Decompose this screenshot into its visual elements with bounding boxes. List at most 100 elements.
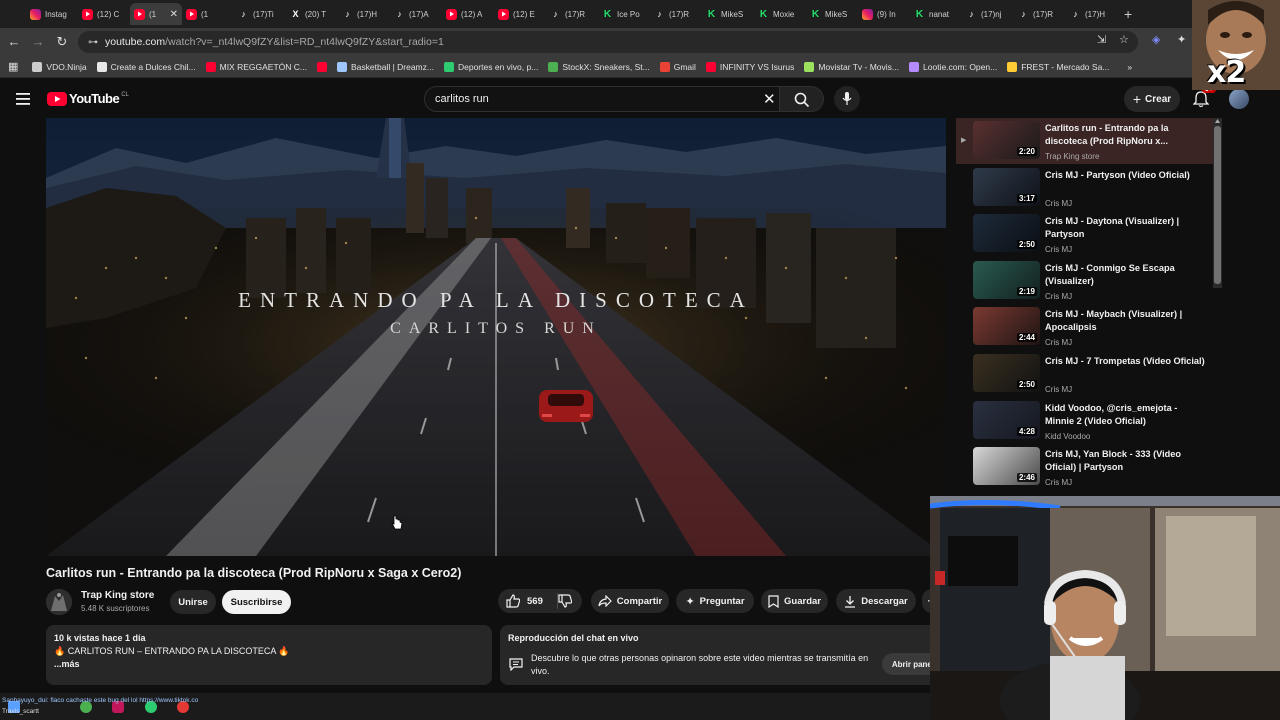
browser-tab[interactable]: (1 (182, 3, 234, 25)
bookmark-item[interactable]: Basketball | Dreamz... (336, 61, 434, 72)
browser-tab[interactable]: (12) E (494, 3, 546, 25)
browser-tab[interactable]: ♪ (17)H (338, 3, 390, 25)
bookmark-star-icon[interactable]: ☆ (1119, 33, 1129, 46)
account-avatar[interactable] (1229, 89, 1249, 109)
show-more-link[interactable]: ...más (54, 658, 484, 671)
playlist-scrollbar[interactable] (1213, 118, 1222, 288)
bookmark-item[interactable]: INFINITY VS Isurus (705, 61, 794, 72)
share-button[interactable]: Compartir (591, 589, 669, 613)
save-icon (768, 594, 779, 608)
playlist-item[interactable]: 2:50 Cris MJ - 7 Trompetas (Video Oficial… (956, 351, 1214, 397)
browser-tab[interactable]: K MikeS (702, 3, 754, 25)
notifications-button[interactable]: 9+ (1192, 86, 1216, 108)
channel-name[interactable]: Trap King store (81, 590, 154, 601)
playlist-thumbnail[interactable]: 2:19 (973, 260, 1040, 299)
playlist-thumbnail[interactable]: 4:28 (973, 400, 1040, 439)
playlist-item[interactable]: 3:17 Cris MJ - Partyson (Video Oficial) Cr… (956, 165, 1214, 211)
playlist-item[interactable]: 2:50 Cris MJ - Daytona (Visualizer) | Par… (956, 211, 1214, 257)
menu-icon[interactable] (16, 92, 32, 106)
forward-icon[interactable]: → (26, 34, 50, 49)
browser-tab-label: (17)Ti (253, 9, 274, 19)
install-icon[interactable]: ⇲ (1097, 33, 1106, 46)
chat-replay-box: Reproducción del chat en vivo Descubre l… (500, 625, 944, 685)
bookmark-item[interactable]: Gmail (659, 61, 696, 72)
playlist-item[interactable]: 2:19 Cris MJ - Conmigo Se Escapa (Visuali… (956, 258, 1214, 304)
browser-tab[interactable]: ♪ (17)R (1014, 3, 1066, 25)
playlist-thumbnail[interactable]: 2:50 (973, 214, 1040, 253)
bookmark-favicon-icon (804, 61, 815, 72)
bookmarks-overflow-button[interactable]: » (1127, 62, 1132, 72)
download-button[interactable]: Descargar (836, 589, 916, 613)
dislike-button[interactable] (558, 594, 573, 613)
address-bar[interactable]: ⊶ youtube.com/watch?v=_nt4lwQ9fZY&list=R… (78, 31, 1138, 53)
ask-button[interactable]: ✦ Preguntar (676, 589, 754, 613)
bookmark-item[interactable]: VDO.Ninja (32, 61, 87, 72)
playlist-item-title[interactable]: Carlitos run - Entrando pa la discoteca … (1045, 122, 1205, 148)
extensions-icon[interactable]: ✦ (1177, 33, 1186, 46)
bookmark-item[interactable]: Lootie.com: Open... (909, 61, 997, 72)
apps-grid-icon[interactable]: ▦ (8, 60, 18, 73)
site-info-icon[interactable]: ⊶ (88, 37, 98, 48)
bookmark-item[interactable]: MIX REGGAETÓN C... (205, 61, 307, 72)
bookmark-item[interactable]: Create a Dulces Chil... (96, 61, 196, 72)
playlist-item-title[interactable]: Cris MJ - Daytona (Visualizer) | Partyso… (1045, 215, 1205, 241)
voice-search-button[interactable] (834, 86, 860, 112)
browser-tab[interactable]: ♪ (17)Ti (234, 3, 286, 25)
video-duration: 2:46 (1016, 473, 1037, 483)
playlist-item[interactable]: 2:46 Cris MJ, Yan Block - 333 (Video Ofic… (956, 444, 1214, 490)
bookmark-item[interactable]: FREST - Mercado Sa... (1007, 61, 1109, 72)
close-tab-icon[interactable]: ✕ (170, 9, 178, 20)
bookmark-item[interactable]: StockX: Sneakers, St... (548, 61, 650, 72)
video-player[interactable]: ENTRANDO PA LA DISCOTECA CARLITOS RUN (46, 118, 946, 556)
playlist-item-title[interactable]: Cris MJ, Yan Block - 333 (Video Oficial)… (1045, 448, 1205, 474)
playlist-item-channel: Cris MJ (1045, 338, 1073, 348)
browser-tab[interactable]: K MikeS (806, 3, 858, 25)
playlist-item[interactable]: 4:28 Kidd Voodoo, @cris_emejota - Minnie … (956, 398, 1214, 444)
youtube-logo[interactable]: YouTube CL (47, 91, 129, 106)
tiktok-icon: ♪ (657, 9, 662, 19)
browser-tab[interactable]: Instag (26, 3, 78, 25)
browser-tab[interactable]: K Ice Po (598, 3, 650, 25)
reload-icon[interactable]: ↻ (50, 34, 74, 50)
search-button[interactable] (780, 86, 824, 112)
playlist-thumbnail[interactable]: 3:17 (973, 167, 1040, 206)
like-button[interactable]: 569 (506, 594, 543, 608)
browser-tab[interactable]: ♪ (17)H (1066, 3, 1118, 25)
clear-search-icon[interactable]: ✕ (763, 90, 776, 108)
new-tab-button[interactable]: + (1124, 6, 1132, 22)
playlist-thumbnail[interactable]: 2:50 (973, 354, 1040, 392)
join-button[interactable]: Unirse (170, 590, 216, 614)
channel-avatar[interactable] (46, 589, 72, 615)
extension-shield-icon[interactable]: ◈ (1152, 33, 1160, 46)
playlist-item-title[interactable]: Cris MJ - Maybach (Visualizer) | Apocali… (1045, 308, 1205, 334)
search-input[interactable]: carlitos run (424, 86, 780, 112)
playlist-thumbnail[interactable]: 2:44 (973, 307, 1040, 346)
playlist-item-title[interactable]: Kidd Voodoo, @cris_emejota - Minnie 2 (V… (1045, 402, 1205, 428)
browser-tab[interactable]: ♪ (17)R (650, 3, 702, 25)
browser-tab[interactable]: (9) In (858, 3, 910, 25)
playlist-item-title[interactable]: Cris MJ - Partyson (Video Oficial) (1045, 169, 1205, 182)
browser-tab[interactable]: ♪ (17)R (546, 3, 598, 25)
playlist-item-title[interactable]: Cris MJ - 7 Trompetas (Video Oficial) (1045, 355, 1205, 368)
browser-tab[interactable]: X (20) T (286, 3, 338, 25)
browser-tab[interactable]: (12) C (78, 3, 130, 25)
description-box[interactable]: 10 k vistas hace 1 día 🔥 CARLITOS RUN – … (46, 625, 492, 685)
bookmark-item[interactable]: Deportes en vivo, p... (443, 61, 538, 72)
playlist-thumbnail[interactable]: 2:20 (973, 121, 1040, 159)
playlist-thumbnail[interactable]: 2:46 (973, 447, 1040, 486)
back-icon[interactable]: ← (2, 34, 26, 49)
browser-tab[interactable]: ♪ (17)nj (962, 3, 1014, 25)
browser-tab[interactable]: (12) A (442, 3, 494, 25)
browser-tab[interactable]: (1 ✕ (130, 3, 182, 25)
bookmark-item[interactable]: Movistar Tv - Movis... (804, 61, 899, 72)
subscribe-button[interactable]: Suscribirse (222, 590, 291, 614)
playlist-item-title[interactable]: Cris MJ - Conmigo Se Escapa (Visualizer) (1045, 262, 1205, 288)
create-button[interactable]: + Crear (1124, 86, 1180, 112)
browser-tab[interactable]: ♪ (17)A (390, 3, 442, 25)
playlist-item[interactable]: ▶ 2:20 Carlitos run - Entrando pa la disco… (956, 118, 1214, 164)
bookmark-item[interactable] (316, 61, 327, 72)
browser-tab[interactable]: Knanat (910, 3, 962, 25)
browser-tab[interactable]: K Moxie (754, 3, 806, 25)
save-button[interactable]: Guardar (761, 589, 828, 613)
playlist-item[interactable]: 2:44 Cris MJ - Maybach (Visualizer) | Apo… (956, 304, 1214, 350)
